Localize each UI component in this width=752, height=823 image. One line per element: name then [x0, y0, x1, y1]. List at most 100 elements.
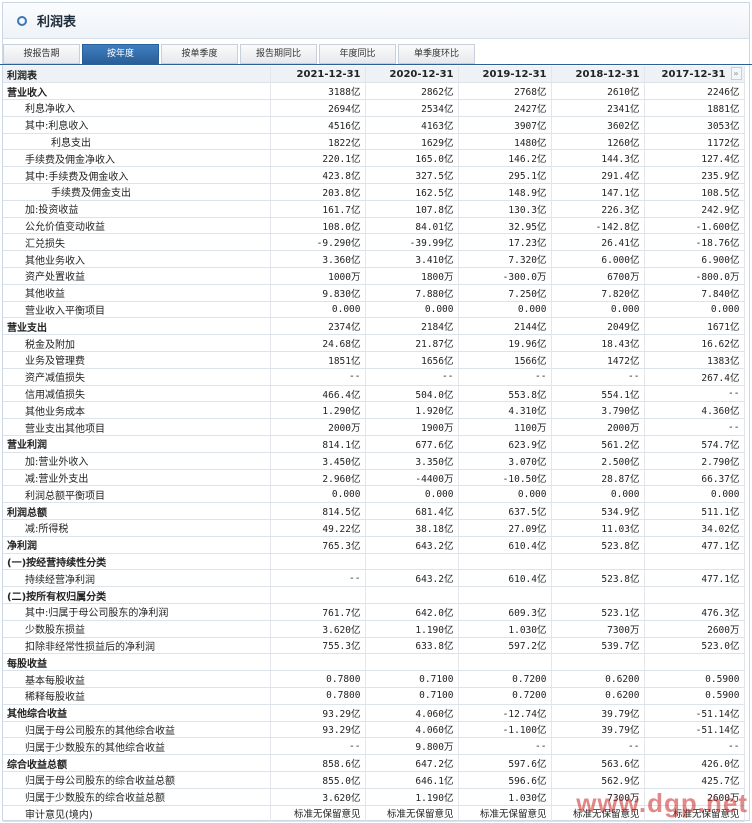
value-cell: [458, 553, 552, 571]
value-cell: 1.030亿: [458, 620, 552, 638]
value-cell: 7.880亿: [365, 284, 459, 302]
value-cell: --: [458, 368, 552, 386]
value-cell: 1881亿: [644, 99, 745, 117]
scroll-right-icon[interactable]: »: [730, 67, 742, 80]
tab-4[interactable]: 年度同比: [319, 44, 396, 64]
column-header: 2019-12-31: [458, 66, 552, 84]
value-cell: 2.500亿: [551, 452, 645, 470]
value-cell: 162.5亿: [365, 183, 459, 201]
value-cell: 814.1亿: [270, 435, 366, 453]
value-cell: 1566亿: [458, 351, 552, 369]
table-row: 营业收入平衡项目 0.000 0.000 0.000 0.000 0.000: [3, 301, 745, 319]
table-row: 利润总额平衡项目 0.000 0.000 0.000 0.000 0.000: [3, 485, 745, 504]
value-cell: 2000万: [551, 418, 645, 437]
value-cell: 0.000: [365, 485, 459, 504]
table-row: 其他收益 9.830亿 7.880亿 7.250亿 7.820亿 7.840亿: [3, 284, 745, 302]
table-row: 其中:手续费及佣金收入 423.8亿 327.5亿 295.1亿 291.4亿 235.9…: [3, 166, 745, 185]
value-cell: 108.5亿: [644, 183, 745, 201]
value-cell: [458, 586, 552, 604]
table-row: 归属于少数股东的其他综合收益 -- 9.800万 -- -- --: [3, 737, 745, 756]
value-cell: 0.000: [644, 485, 745, 504]
value-cell: 28.87亿: [551, 469, 645, 487]
row-label: 扣除非经常性损益后的净利润: [3, 637, 271, 655]
row-label: 减:营业外支出: [3, 469, 271, 487]
value-cell: 19.96亿: [458, 334, 552, 353]
table-row: 持续经营净利润 -- 643.2亿 610.4亿 523.8亿 477.1亿: [3, 569, 745, 588]
value-cell: 6.000亿: [551, 250, 645, 269]
tab-2[interactable]: 按单季度: [161, 44, 238, 64]
value-cell: 21.87亿: [365, 334, 459, 353]
table-row: 营业利润 814.1亿 677.6亿 623.9亿 561.2亿 574.7亿: [3, 435, 745, 453]
value-cell: 1480亿: [458, 133, 552, 151]
tab-0[interactable]: 按报告期: [3, 44, 80, 64]
value-cell: 32.95亿: [458, 217, 552, 235]
row-label: 其他综合收益: [3, 704, 271, 722]
value-cell: 553.8亿: [458, 385, 552, 403]
row-label: 资产减值损失: [3, 368, 271, 386]
value-cell: 1172亿: [644, 133, 745, 151]
value-cell: 855.0亿: [270, 771, 366, 789]
value-cell: 0.000: [365, 301, 459, 319]
value-cell: 147.1亿: [551, 183, 645, 201]
column-header: 2020-12-31: [365, 66, 459, 84]
income-statement-table: 利润表 2021-12-31 2020-12-31 2019-12-31 201…: [3, 66, 745, 823]
value-cell: 466.4亿: [270, 385, 366, 403]
value-cell: 7.820亿: [551, 284, 645, 302]
row-label: 手续费及佣金支出: [3, 183, 271, 201]
value-cell: 2000万: [270, 418, 366, 437]
value-cell: 476.3亿: [644, 603, 745, 621]
value-cell: 1260亿: [551, 133, 645, 151]
circle-icon: [17, 15, 27, 26]
table-row: 其中:利息收入 4516亿 4163亿 3907亿 3602亿 3053亿: [3, 116, 745, 134]
value-cell: 235.9亿: [644, 166, 745, 185]
value-cell: 26.41亿: [551, 233, 645, 252]
table-row: 营业收入 3188亿 2862亿 2768亿 2610亿 2246亿: [3, 82, 745, 101]
table-row: 手续费及佣金支出 203.8亿 162.5亿 148.9亿 147.1亿 108.5亿: [3, 183, 745, 201]
value-cell: 标准无保留意见: [458, 805, 552, 823]
row-label: 少数股东损益: [3, 620, 271, 638]
value-cell: --: [644, 737, 745, 756]
table-row: 利润总额 814.5亿 681.4亿 637.5亿 534.9亿 511.1亿: [3, 502, 745, 521]
value-cell: 765.3亿: [270, 536, 366, 554]
row-label: 营业收入: [3, 82, 271, 101]
value-cell: 327.5亿: [365, 166, 459, 185]
row-label: 营业收入平衡项目: [3, 301, 271, 319]
row-label: 其中:利息收入: [3, 116, 271, 134]
value-cell: 0.6200: [551, 687, 645, 705]
value-cell: 1800万: [365, 267, 459, 285]
column-header: 2017-12-31 »: [644, 66, 745, 84]
value-cell: 0.7200: [458, 670, 552, 688]
value-cell: 66.37亿: [644, 469, 745, 487]
value-cell: 220.1亿: [270, 149, 366, 168]
value-cell: 4.360亿: [644, 401, 745, 420]
tab-5[interactable]: 单季度环比: [398, 44, 475, 64]
row-label: 利润总额平衡项目: [3, 485, 271, 504]
value-cell: 0.5900: [644, 670, 745, 688]
value-cell: 3602亿: [551, 116, 645, 134]
table-row: 综合收益总额 858.6亿 647.2亿 597.6亿 563.6亿 426.0亿: [3, 754, 745, 772]
tab-1[interactable]: 按年度: [82, 44, 159, 64]
row-label: 归属于少数股东的其他综合收益: [3, 737, 271, 756]
value-cell: -18.76亿: [644, 233, 745, 252]
value-cell: [270, 653, 366, 672]
table-row: 其他业务收入 3.360亿 3.410亿 7.320亿 6.000亿 6.900亿: [3, 250, 745, 269]
value-cell: 0.6200: [551, 670, 645, 688]
value-cell: 27.09亿: [458, 519, 552, 537]
row-label: 稀释每股收益: [3, 687, 271, 705]
value-cell: 858.6亿: [270, 754, 366, 772]
table-row: (一)按经营持续性分类: [3, 553, 745, 571]
tab-3[interactable]: 报告期同比: [240, 44, 317, 64]
value-cell: 6.900亿: [644, 250, 745, 269]
column-header: 2021-12-31: [270, 66, 366, 84]
value-cell: 814.5亿: [270, 502, 366, 521]
value-cell: 2427亿: [458, 99, 552, 117]
value-cell: --: [270, 569, 366, 588]
value-cell: 39.79亿: [551, 721, 645, 739]
value-cell: [644, 586, 745, 604]
value-cell: 130.3亿: [458, 200, 552, 218]
value-cell: -1.600亿: [644, 217, 745, 235]
value-cell: 3.790亿: [551, 401, 645, 420]
value-cell: [270, 586, 366, 604]
value-cell: 425.7亿: [644, 771, 745, 789]
value-cell: 643.2亿: [365, 536, 459, 554]
